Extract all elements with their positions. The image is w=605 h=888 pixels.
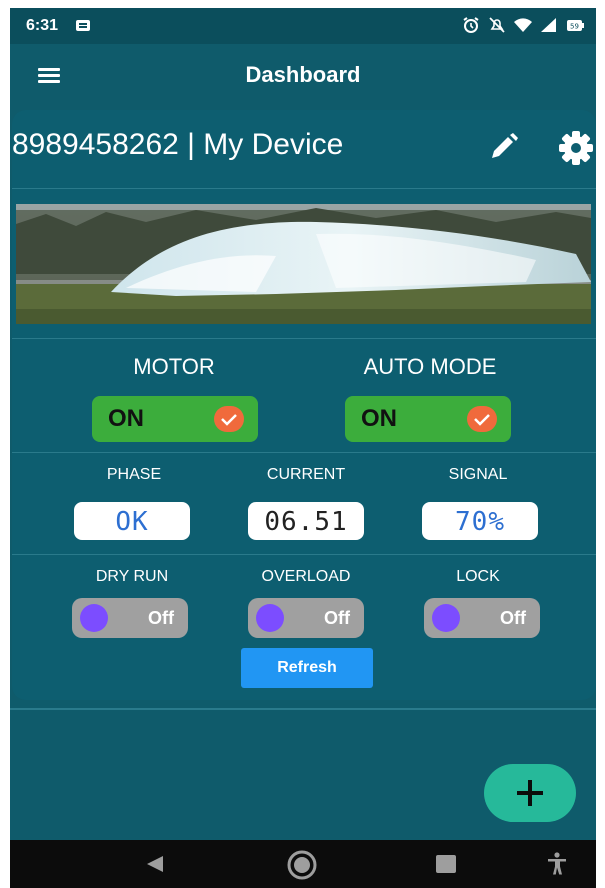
current-label: CURRENT (266, 466, 346, 483)
divider (12, 452, 596, 453)
refresh-button[interactable]: Refresh (241, 648, 373, 688)
phone-screen: 6:31 59 Dashboard 8989458262 | My Device (10, 8, 596, 888)
add-device-button[interactable] (484, 764, 576, 822)
battery-icon: 59 (567, 20, 584, 31)
overload-switch[interactable]: Off (248, 598, 364, 638)
gear-icon[interactable] (556, 130, 596, 166)
switch-knob (432, 604, 460, 632)
back-icon[interactable] (145, 854, 165, 874)
current-value: 06.51 (248, 502, 364, 540)
mute-icon (489, 17, 505, 33)
page-title: Dashboard (245, 62, 361, 87)
auto-mode-toggle[interactable]: ON (345, 396, 511, 442)
app-bar: Dashboard (10, 44, 596, 108)
status-bar: 6:31 59 (10, 8, 596, 44)
lock-state: Off (500, 608, 526, 628)
message-icon (76, 20, 90, 31)
status-icons: 59 (462, 16, 584, 34)
switch-knob (80, 604, 108, 632)
system-nav-bar (10, 840, 596, 888)
check-icon (467, 406, 497, 432)
home-icon[interactable] (286, 849, 318, 881)
battery-level: 59 (570, 23, 579, 31)
dry-run-state: Off (148, 608, 174, 628)
status-time: 6:31 (26, 17, 59, 34)
pencil-icon[interactable] (486, 132, 520, 162)
dry-run-label: DRY RUN (95, 568, 169, 585)
overload-state: Off (324, 608, 350, 628)
divider (12, 188, 596, 189)
phase-label: PHASE (106, 466, 162, 483)
divider (10, 708, 596, 710)
lock-label: LOCK (456, 568, 500, 585)
lock-switch[interactable]: Off (424, 598, 540, 638)
device-card: 8989458262 | My Device MOTOR AUTO MODE O… (12, 110, 596, 700)
motor-toggle[interactable]: ON (92, 396, 258, 442)
recents-icon[interactable] (436, 855, 456, 873)
overload-label: OVERLOAD (261, 568, 351, 585)
signal-icon (541, 18, 556, 32)
divider (12, 338, 596, 339)
signal-value: 70% (422, 502, 538, 540)
motor-state: ON (108, 405, 144, 432)
wifi-icon (514, 18, 532, 32)
switch-knob (256, 604, 284, 632)
device-title: 8989458262 | My Device (12, 128, 344, 161)
phase-value: OK (74, 502, 190, 540)
auto-mode-state: ON (361, 405, 397, 432)
check-icon (214, 406, 244, 432)
accessibility-icon[interactable] (546, 852, 568, 876)
alarm-icon (463, 17, 479, 33)
dry-run-switch[interactable]: Off (72, 598, 188, 638)
divider (12, 554, 596, 555)
motor-label: MOTOR (133, 354, 215, 379)
plus-icon (517, 780, 543, 806)
signal-label: SIGNAL (448, 466, 508, 483)
device-image (16, 204, 591, 324)
auto-mode-label: AUTO MODE (363, 354, 497, 379)
